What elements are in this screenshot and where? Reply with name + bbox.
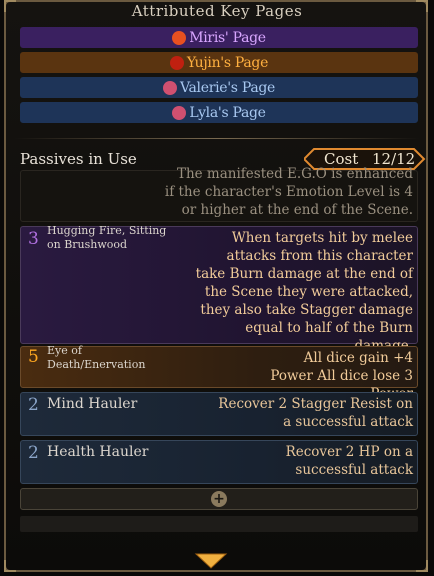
- add-passive-button[interactable]: +: [20, 488, 418, 510]
- emblem-icon: [169, 55, 184, 70]
- key-page-label: Lyla's Page: [189, 104, 266, 121]
- passive-cost: 5: [28, 347, 39, 367]
- passive-name: Health Hauler: [47, 444, 149, 460]
- flower-icon: [162, 80, 177, 95]
- empty-passive-slot: [20, 516, 418, 532]
- key-page-lyla[interactable]: Lyla's Page: [20, 102, 418, 123]
- passive-desc: Recover 2 HP on a successful attack: [285, 444, 413, 478]
- passive-row[interactable]: 2 Mind Hauler Recover 2 Stagger Resist o…: [20, 392, 418, 436]
- partial-desc-line: The manifested E.G.O is enhanced: [176, 166, 413, 182]
- section-divider: [14, 138, 420, 139]
- key-page-label: Miris' Page: [189, 29, 266, 46]
- passive-name: Mind Hauler: [47, 396, 138, 412]
- key-page-yujin[interactable]: Yujin's Page: [20, 52, 418, 73]
- flower-icon: [172, 105, 187, 120]
- passive-cost: 3: [28, 229, 39, 249]
- passive-row[interactable]: 3 Hugging Fire, Sitting on Brushwood Whe…: [20, 224, 418, 354]
- partial-desc-line: if the character's Emotion Level is 4: [164, 184, 413, 200]
- key-page-miris[interactable]: Miris' Page: [20, 27, 418, 48]
- frame-corner: [4, 560, 16, 572]
- passive-cost: 2: [28, 443, 39, 463]
- passive-desc: When targets hit by melee attacks from t…: [195, 230, 413, 354]
- key-page-valerie[interactable]: Valerie's Page: [20, 77, 418, 98]
- passive-name: Hugging Fire, Sitting on Brushwood: [47, 224, 167, 251]
- passive-cost: 2: [28, 395, 39, 415]
- passive-desc: Recover 2 Stagger Resist on a successful…: [218, 396, 413, 430]
- flame-icon: [172, 30, 187, 45]
- page-title: Attributed Key Pages: [131, 2, 303, 20]
- passive-row-partial: The manifested E.G.O is enhanced if the …: [20, 166, 418, 222]
- passive-name: Eye of Death/Enervation: [47, 344, 146, 371]
- key-page-label: Valerie's Page: [179, 79, 276, 96]
- passives-title: Passives in Use: [20, 150, 137, 168]
- partial-desc-line: or higher at the end of the Scene.: [181, 202, 413, 218]
- key-page-label: Yujin's Page: [186, 54, 269, 71]
- frame-corner: [416, 560, 428, 572]
- chevron-down-icon[interactable]: [194, 552, 228, 570]
- passive-row[interactable]: 5 Eye of Death/Enervation All dice gain …: [20, 344, 418, 402]
- passive-row[interactable]: 2 Health Hauler Recover 2 HP on a succes…: [20, 440, 418, 484]
- plus-icon: +: [211, 491, 227, 507]
